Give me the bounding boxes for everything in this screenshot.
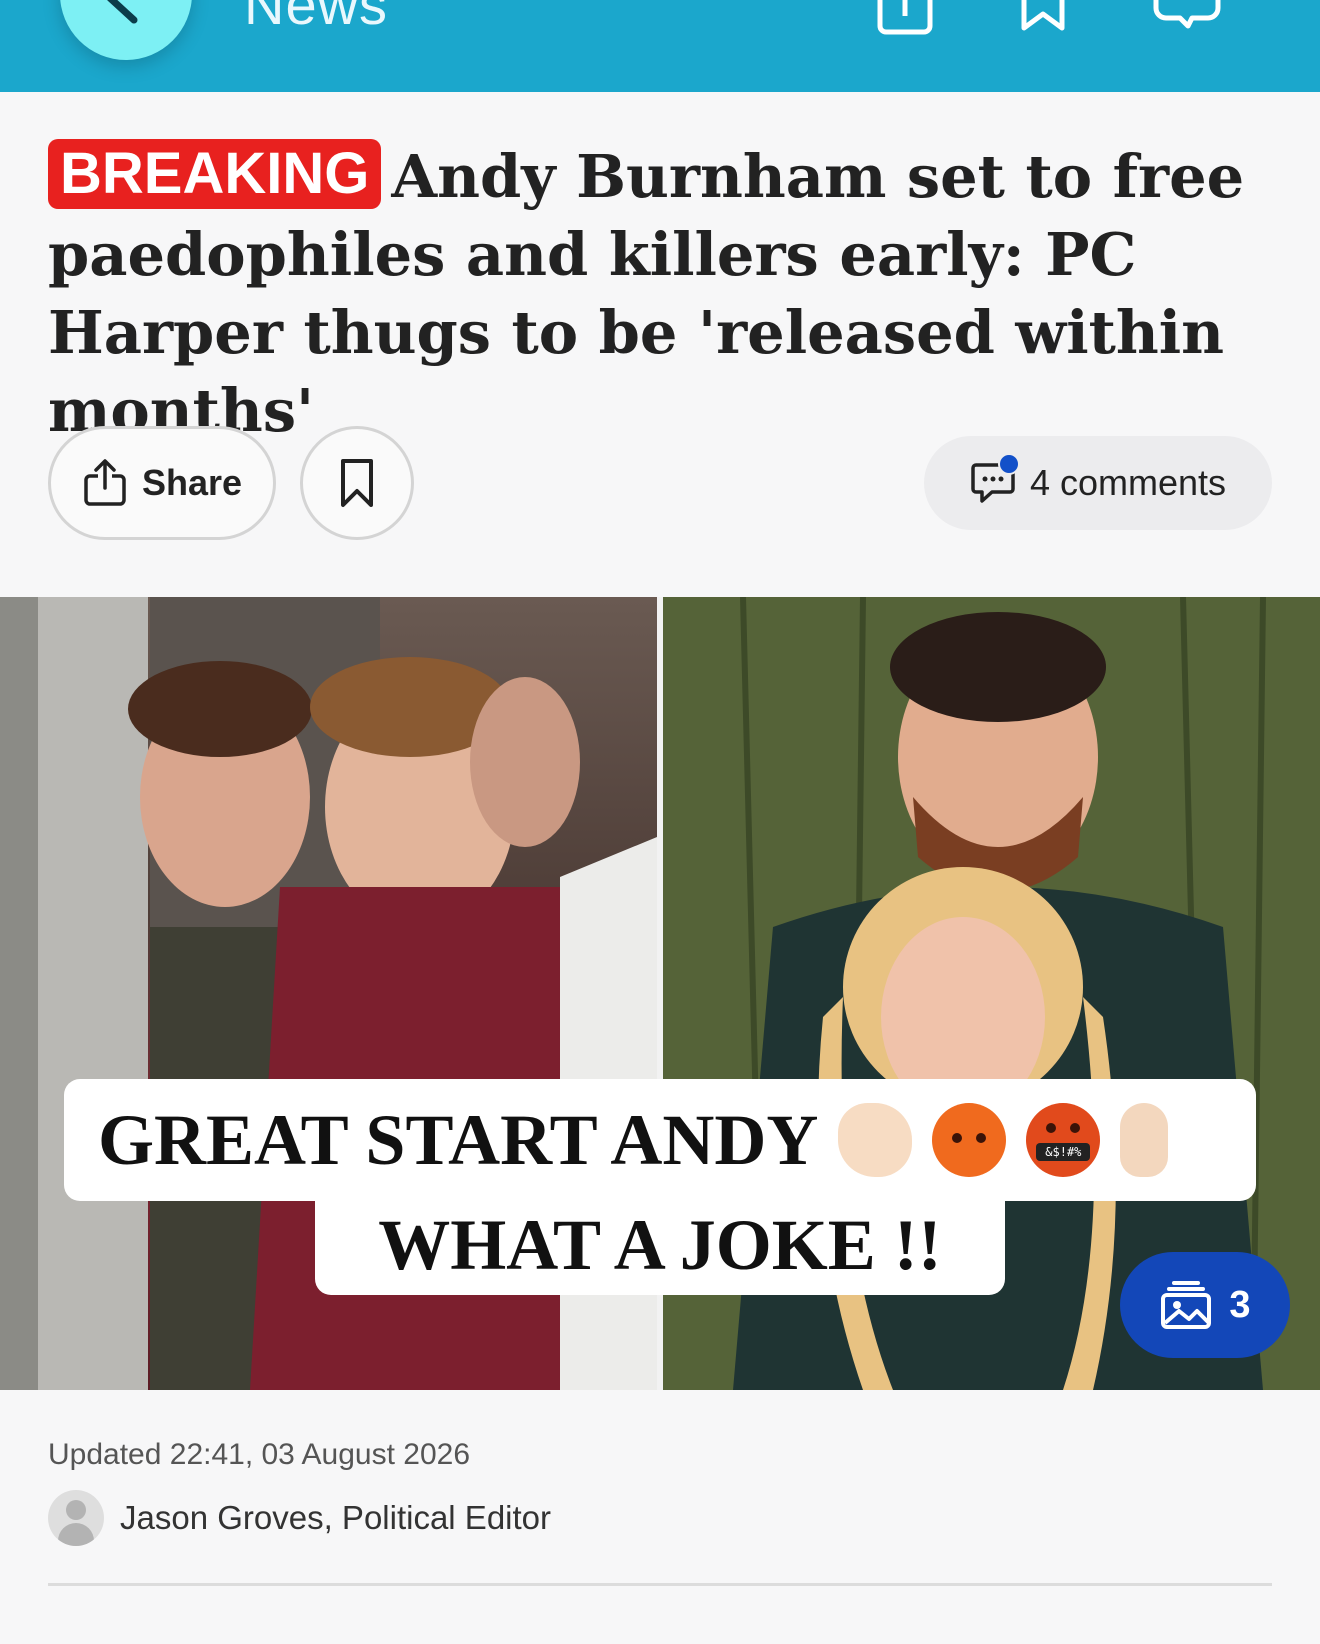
comments-button[interactable]: 4 comments [924,436,1272,530]
hero-image[interactable]: GREAT START ANDY &$!#% WHAT A JOKE !! 3 [0,597,1320,1390]
bookmark-icon [341,459,373,507]
cursing-face-emoji: &$!#% [1026,1103,1101,1177]
comment-icon [970,453,1020,505]
caption-line-2: WHAT A JOKE !! [315,1195,1005,1295]
share-icon [877,0,933,35]
author-byline[interactable]: Jason Groves, Political Editor [48,1490,551,1546]
gallery-icon [1161,1281,1212,1329]
header-bookmark-button[interactable] [1020,0,1066,32]
back-icon [107,0,138,24]
notification-dot [997,453,1020,475]
updated-timestamp: Updated 22:41, 03 August 2026 [48,1438,471,1471]
bookmark-icon [1021,0,1065,31]
share-button[interactable]: Share [48,426,276,540]
author-name: Jason Groves, Political Editor [120,1499,552,1536]
caption-line-1: GREAT START ANDY &$!#% [64,1079,1256,1201]
gallery-count: 3 [1229,1283,1251,1326]
caption-line-2-text: WHAT A JOKE !! [378,1204,942,1285]
caption-line-1-text: GREAT START ANDY [98,1099,819,1180]
header-share-button[interactable] [876,0,934,36]
back-button[interactable] [60,0,192,60]
comment-icon [1153,0,1221,29]
cursing-symbols: &$!#% [1036,1143,1091,1161]
section-title: News [244,0,389,36]
avatar [48,1490,104,1546]
comments-label: 4 comments [1029,462,1227,503]
article-headline: BREAKING Andy Burnham set to free paedoph… [48,138,1278,450]
angry-face-emoji [932,1103,1007,1177]
share-label: Share [141,462,243,503]
header-comments-button[interactable] [1152,0,1222,32]
middle-finger-emoji [1120,1103,1169,1177]
gallery-button[interactable]: 3 [1120,1252,1290,1358]
ok-hand-emoji [838,1103,913,1177]
top-bar: News [0,0,1320,92]
breaking-badge: BREAKING [48,139,382,209]
section-divider [48,1583,1272,1586]
bookmark-button[interactable] [300,426,414,540]
share-icon [84,459,126,506]
